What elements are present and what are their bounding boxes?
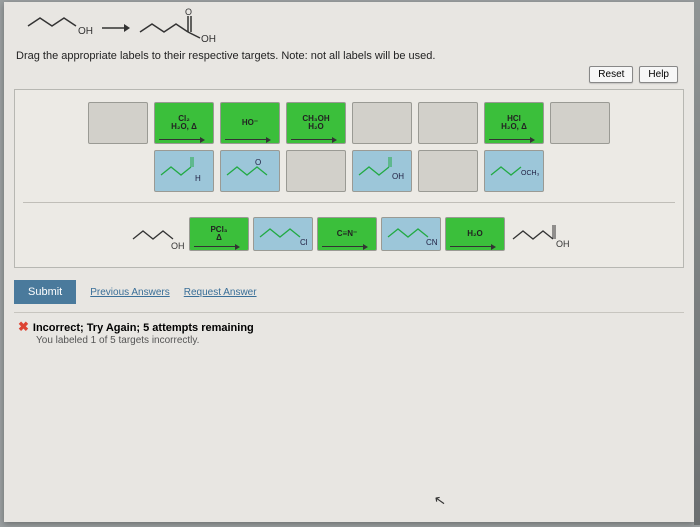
arrow-icon bbox=[100, 10, 130, 46]
reactant-structure: OH bbox=[24, 10, 94, 46]
structure-tile-aldehyde[interactable]: H bbox=[154, 150, 214, 192]
panel-divider bbox=[23, 202, 675, 203]
placed-structure-chloride[interactable]: Cl bbox=[253, 217, 313, 251]
structure-tile-ether[interactable]: O bbox=[220, 150, 280, 192]
reagent-tile-ho[interactable]: HO⁻ bbox=[220, 102, 280, 144]
previous-answers-link[interactable]: Previous Answers bbox=[90, 287, 169, 298]
structure-tile-acid[interactable]: OH bbox=[352, 150, 412, 192]
drag-panel: Cl₂H₂O, Δ HO⁻ CH₃OHH₂O HClH₂O, Δ H bbox=[14, 89, 684, 268]
reaction-header: OH O OH bbox=[14, 8, 684, 48]
start-alcohol: OH bbox=[129, 213, 185, 255]
placed-structure-nitrile[interactable]: CN bbox=[381, 217, 441, 251]
svg-text:OH: OH bbox=[201, 34, 216, 45]
drop-slot[interactable] bbox=[352, 102, 412, 144]
placed-reagent-cn[interactable]: C≡N⁻ bbox=[317, 217, 377, 251]
svg-text:OH: OH bbox=[171, 241, 185, 251]
submit-button[interactable]: Submit bbox=[14, 280, 76, 304]
end-acid: OH bbox=[509, 213, 569, 255]
reagent-tile-ch3oh[interactable]: CH₃OHH₂O bbox=[286, 102, 346, 144]
incorrect-icon: ✖ bbox=[18, 319, 29, 334]
right-bezel bbox=[694, 0, 700, 525]
feedback-title: Incorrect; Try Again; 5 attempts remaini… bbox=[33, 322, 254, 334]
placed-reagent-h2o[interactable]: H₂O bbox=[445, 217, 505, 251]
placed-reagent-pcl3[interactable]: PCl₃Δ bbox=[189, 217, 249, 251]
reset-button[interactable]: Reset bbox=[589, 66, 633, 83]
feedback-box: ✖ Incorrect; Try Again; 5 attempts remain… bbox=[14, 312, 684, 352]
structure-tile-methylether[interactable]: OCH₃ bbox=[484, 150, 544, 192]
reagent-row-1: Cl₂H₂O, Δ HO⁻ CH₃OHH₂O HClH₂O, Δ bbox=[23, 102, 675, 144]
help-button[interactable]: Help bbox=[639, 66, 678, 83]
feedback-subtext: You labeled 1 of 5 targets incorrectly. bbox=[36, 335, 680, 346]
request-answer-link[interactable]: Request Answer bbox=[184, 287, 257, 298]
reagent-tile-cl2[interactable]: Cl₂H₂O, Δ bbox=[154, 102, 214, 144]
svg-text:OH: OH bbox=[392, 172, 404, 181]
drop-slot[interactable] bbox=[418, 102, 478, 144]
svg-text:O: O bbox=[255, 158, 261, 167]
svg-text:OH: OH bbox=[78, 26, 93, 37]
drop-slot[interactable] bbox=[88, 102, 148, 144]
svg-text:OCH₃: OCH₃ bbox=[521, 170, 540, 177]
svg-text:Cl: Cl bbox=[300, 238, 308, 247]
drop-slot[interactable] bbox=[418, 150, 478, 192]
structure-row: H O OH OCH₃ bbox=[23, 150, 675, 192]
cursor-icon: ↖ bbox=[433, 491, 448, 510]
svg-text:H: H bbox=[195, 174, 201, 183]
svg-text:OH: OH bbox=[556, 239, 569, 249]
drop-slot[interactable] bbox=[550, 102, 610, 144]
synthesis-row: OH PCl₃Δ Cl C≡N⁻ CN H₂O OH bbox=[23, 213, 675, 255]
product-structure: O OH bbox=[136, 8, 226, 48]
instruction-text: Drag the appropriate labels to their res… bbox=[16, 50, 684, 62]
drop-slot[interactable] bbox=[286, 150, 346, 192]
svg-text:O: O bbox=[185, 8, 192, 17]
reagent-tile-hcl[interactable]: HClH₂O, Δ bbox=[484, 102, 544, 144]
svg-text:CN: CN bbox=[426, 238, 438, 247]
